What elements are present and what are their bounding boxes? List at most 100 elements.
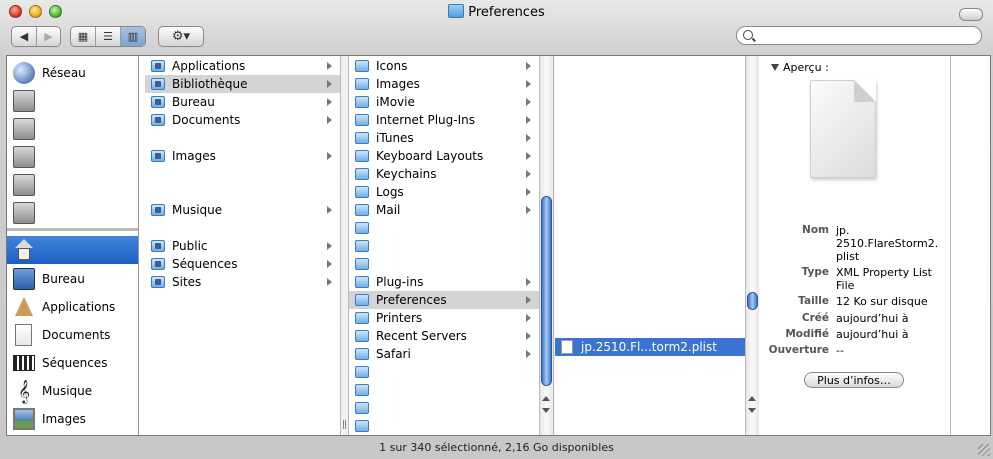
- sidebar-item-movies[interactable]: Séquences: [7, 350, 138, 376]
- sidebar-item-label: Images: [42, 412, 86, 426]
- list-item[interactable]: [349, 399, 539, 417]
- folder-icon: [355, 402, 369, 414]
- column-resize-handle[interactable]: ||: [340, 56, 349, 435]
- list-item[interactable]: Logs: [349, 183, 539, 201]
- list-item[interactable]: Musique: [145, 201, 340, 219]
- list-item[interactable]: jp.2510.Fl...torm2.plist: [555, 338, 745, 356]
- search-field[interactable]: [736, 26, 982, 45]
- scroll-up-icon[interactable]: [542, 396, 550, 401]
- list-item[interactable]: [349, 363, 539, 381]
- folder-icon: [355, 366, 369, 378]
- preview-header[interactable]: Aperçu :: [771, 61, 829, 74]
- column-library-scrollbar[interactable]: [539, 56, 553, 435]
- toolbar-toggle-button[interactable]: [959, 8, 983, 21]
- list-item[interactable]: [349, 255, 539, 273]
- sidebar-item-applications[interactable]: Applications: [7, 294, 138, 320]
- list-item[interactable]: [349, 219, 539, 237]
- hard-disk-icon: [13, 202, 35, 224]
- folder-icon: [151, 114, 165, 126]
- info-value: XML Property List File: [836, 266, 932, 292]
- sidebar-item-disk-2[interactable]: [7, 116, 138, 142]
- list-item[interactable]: [349, 381, 539, 399]
- scroll-up-icon[interactable]: [748, 396, 756, 401]
- forward-button[interactable]: ▶: [37, 27, 60, 46]
- list-item[interactable]: Preferences: [349, 291, 539, 309]
- home-icon: [13, 239, 35, 261]
- folder-icon: [355, 330, 369, 342]
- search-input[interactable]: [759, 28, 978, 44]
- sidebar-item-disk-1[interactable]: [7, 88, 138, 114]
- column-home: Applications Bibliothèque Bureau Documen…: [145, 56, 340, 435]
- folder-icon: [151, 60, 165, 72]
- sidebar-item-disk-5[interactable]: [7, 200, 138, 226]
- list-item[interactable]: [349, 237, 539, 255]
- list-item[interactable]: Mail: [349, 201, 539, 219]
- info-key: Type: [801, 266, 829, 278]
- scrollbar-thumb[interactable]: [747, 292, 758, 310]
- sidebar-item-disk-3[interactable]: [7, 144, 138, 170]
- column-view-button[interactable]: ▥: [121, 27, 145, 46]
- icon-view-button[interactable]: ▦: [71, 27, 96, 46]
- list-item[interactable]: Bureau: [145, 93, 340, 111]
- list-item[interactable]: Images: [145, 147, 340, 165]
- list-item[interactable]: iTunes: [349, 129, 539, 147]
- disclosure-arrow-icon: [327, 260, 332, 268]
- disclosure-arrow-icon: [526, 296, 531, 304]
- list-item[interactable]: Icons: [349, 57, 539, 75]
- info-key: Nom: [802, 224, 829, 236]
- sidebar-item-documents[interactable]: Documents: [7, 322, 138, 348]
- list-item[interactable]: Keychains: [349, 165, 539, 183]
- list-item[interactable]: Images: [349, 75, 539, 93]
- disclosure-arrow-icon: [526, 278, 531, 286]
- list-item[interactable]: Internet Plug-Ins: [349, 111, 539, 129]
- list-item[interactable]: Keyboard Layouts: [349, 147, 539, 165]
- list-item[interactable]: Documents: [145, 111, 340, 129]
- folder-icon: [355, 186, 369, 198]
- folder-icon: [448, 4, 465, 18]
- title-bar[interactable]: Preferences: [0, 0, 993, 24]
- list-item[interactable]: Applications: [145, 57, 340, 75]
- preview-scrollbar[interactable]: [950, 56, 968, 435]
- network-globe-icon: [13, 62, 35, 84]
- disclosure-arrow-icon: [526, 170, 531, 178]
- action-menu-button[interactable]: ⚙▾: [159, 27, 203, 46]
- column-preferences-scrollbar[interactable]: [745, 56, 759, 435]
- list-item[interactable]: Printers: [349, 309, 539, 327]
- sidebar-item-network[interactable]: Réseau: [7, 60, 138, 86]
- disclosure-triangle-icon[interactable]: [771, 64, 779, 71]
- pictures-icon: [13, 408, 35, 430]
- scroll-down-icon[interactable]: [748, 408, 756, 413]
- info-value: 12 Ko sur disque: [836, 295, 928, 308]
- list-item[interactable]: Plug-ins: [349, 273, 539, 291]
- sidebar-item-disk-4[interactable]: [7, 172, 138, 198]
- sidebar: Réseau Bureau Applications Documents Séq…: [7, 56, 139, 435]
- list-item[interactable]: Séquences: [145, 255, 340, 273]
- folder-icon: [355, 258, 369, 270]
- scroll-down-icon[interactable]: [542, 408, 550, 413]
- list-item[interactable]: Sites: [145, 273, 340, 291]
- disclosure-arrow-icon: [327, 98, 332, 106]
- list-item[interactable]: [349, 417, 539, 435]
- list-item[interactable]: Public: [145, 237, 340, 255]
- sidebar-item-pictures[interactable]: Images: [7, 406, 138, 432]
- hard-disk-icon: [13, 174, 35, 196]
- list-item[interactable]: iMovie: [349, 93, 539, 111]
- disclosure-arrow-icon: [327, 242, 332, 250]
- hard-disk-icon: [13, 118, 35, 140]
- list-item[interactable]: Safari: [349, 345, 539, 363]
- more-info-button[interactable]: Plus d’infos…: [804, 372, 904, 388]
- sidebar-item-label: Documents: [42, 328, 111, 342]
- folder-icon: [355, 312, 369, 324]
- sidebar-item-label: Bureau: [42, 272, 85, 286]
- back-button[interactable]: ◀: [12, 27, 37, 46]
- list-view-button[interactable]: ☰: [96, 27, 121, 46]
- list-item[interactable]: Recent Servers: [349, 327, 539, 345]
- sidebar-item-music[interactable]: 𝄞 Musique: [7, 378, 138, 404]
- scrollbar-thumb[interactable]: [541, 196, 552, 386]
- sidebar-item-home[interactable]: [7, 236, 138, 264]
- resize-grip-icon[interactable]: [978, 444, 990, 456]
- info-value: --: [836, 344, 844, 357]
- list-item[interactable]: Bibliothèque: [145, 75, 340, 93]
- sidebar-item-desktop[interactable]: Bureau: [7, 266, 138, 292]
- disclosure-arrow-icon: [327, 116, 332, 124]
